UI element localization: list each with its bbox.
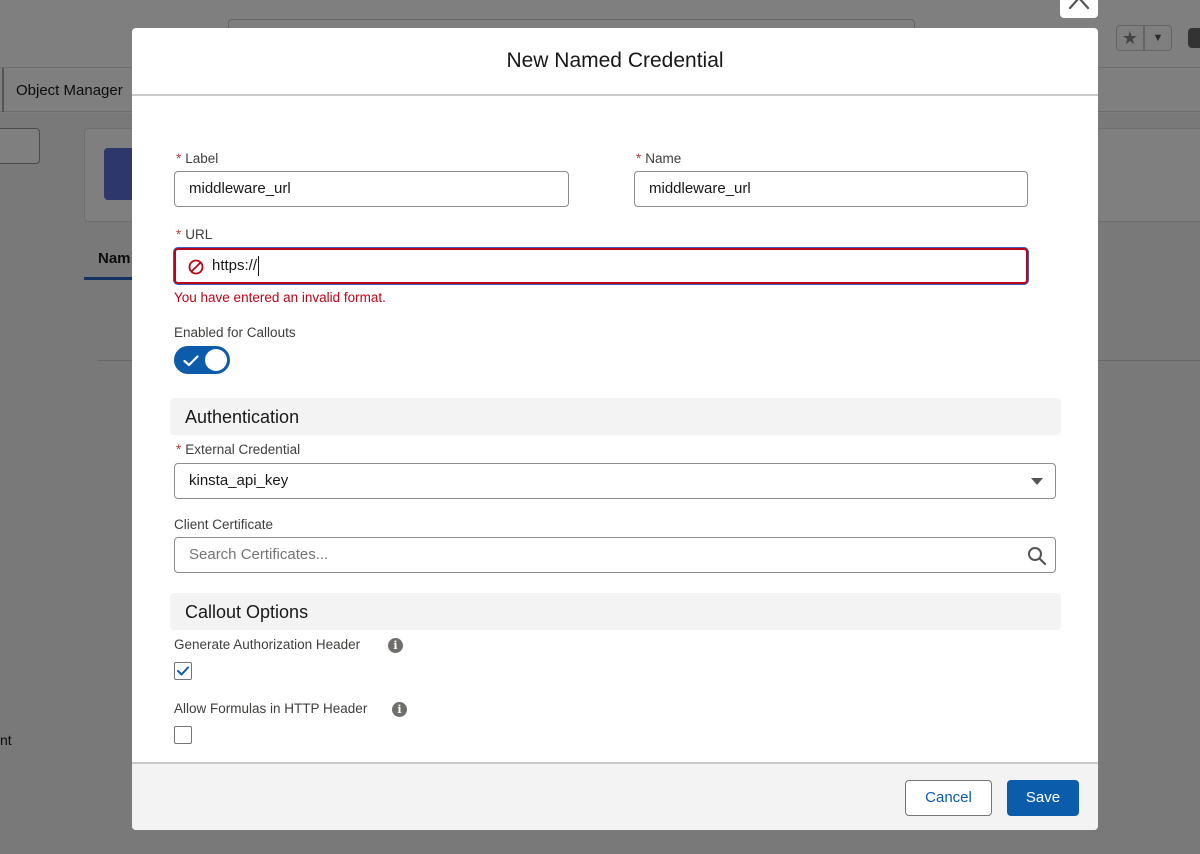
checkmark-icon	[183, 355, 199, 367]
url-error-message: You have entered an invalid format.	[174, 290, 386, 305]
client-certificate-search-input[interactable]: Search Certificates...	[174, 537, 1056, 573]
new-named-credential-modal: New Named Credential * Label middleware_u…	[132, 28, 1098, 830]
modal-title: New Named Credential	[506, 49, 724, 72]
info-icon[interactable]: i	[388, 638, 403, 653]
dropdown-arrow-icon	[1031, 478, 1043, 485]
label-field-label: * Label	[176, 151, 219, 166]
name-field-label: * Name	[636, 151, 682, 166]
cancel-button[interactable]: Cancel	[905, 780, 992, 816]
search-icon	[1028, 547, 1047, 566]
allow-formulas-label: Allow Formulas in HTTP Header	[174, 701, 368, 716]
generate-auth-header-label: Generate Authorization Header	[174, 637, 361, 652]
callout-options-section-header: Callout Options	[170, 593, 1061, 630]
close-button[interactable]	[1060, 0, 1098, 18]
authentication-section-header: Authentication	[170, 398, 1061, 435]
name-input[interactable]: middleware_url	[634, 171, 1028, 207]
close-icon	[1068, 0, 1090, 10]
external-credential-label: * External Credential	[176, 442, 301, 457]
allow-formulas-checkbox[interactable]	[174, 726, 192, 744]
text-cursor	[258, 256, 260, 277]
toggle-knob	[205, 349, 227, 371]
generate-auth-header-checkbox[interactable]	[174, 662, 192, 680]
client-certificate-label: Client Certificate	[174, 517, 274, 532]
label-input[interactable]: middleware_url	[174, 171, 569, 207]
external-credential-value: kinsta_api_key	[189, 472, 289, 489]
url-field-label: * URL	[176, 227, 213, 242]
external-credential-select[interactable]: kinsta_api_key	[174, 463, 1056, 499]
info-icon[interactable]: i	[392, 702, 407, 717]
url-input-value: https://	[212, 257, 258, 274]
url-input[interactable]: https://	[174, 248, 1028, 284]
error-ban-icon	[188, 259, 204, 275]
enabled-for-callouts-toggle[interactable]	[174, 346, 230, 374]
enabled-for-callouts-label: Enabled for Callouts	[174, 325, 296, 340]
save-button[interactable]: Save	[1007, 780, 1079, 816]
client-certificate-placeholder: Search Certificates...	[189, 546, 329, 563]
modal-header: New Named Credential	[132, 28, 1098, 96]
modal-footer: Cancel Save	[132, 762, 1098, 830]
checkmark-icon	[177, 666, 189, 676]
